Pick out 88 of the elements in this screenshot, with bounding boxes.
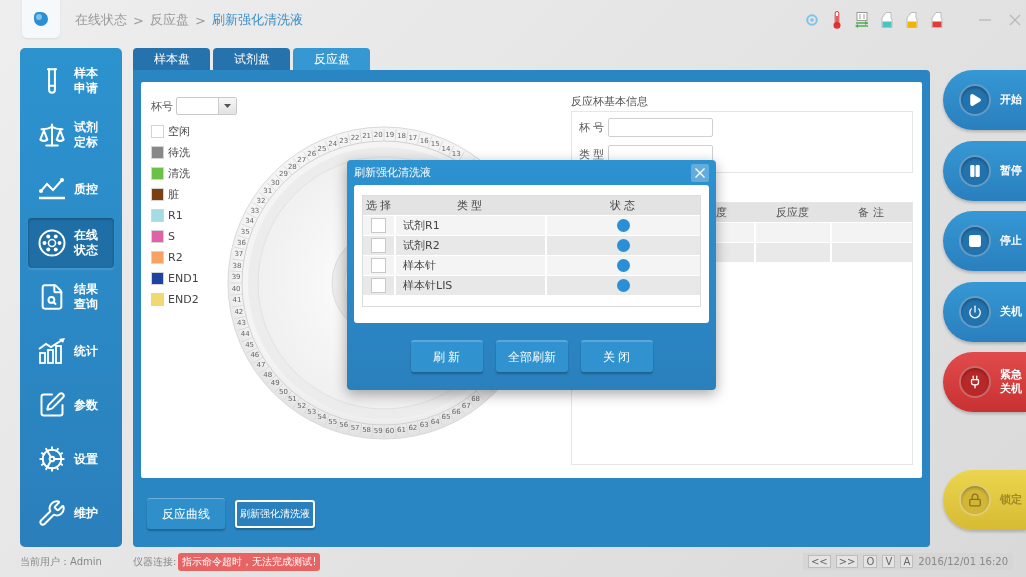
dialog-title: 刷新强化清洗液 [354, 165, 431, 180]
close-dialog-button[interactable]: 关 闭 [580, 340, 653, 372]
field-label: 杯号 [151, 98, 173, 114]
reaction-curve-button[interactable]: 反应曲线 [147, 498, 225, 529]
play-icon [959, 84, 991, 116]
current-user: 当前用户：Admin [20, 554, 102, 569]
sidebar-item[interactable]: 样本申请 [28, 56, 114, 106]
input-field[interactable] [607, 118, 713, 137]
stop-icon [959, 225, 991, 257]
column-header: 选 择 [366, 198, 392, 213]
legend-label: END1 [168, 271, 199, 285]
table-cell: 试剂R2 [403, 238, 440, 253]
refresh-wash-button[interactable]: 刷新强化清洗液 [235, 499, 315, 528]
close-icon[interactable] [1009, 14, 1021, 26]
shutdown-button[interactable]: 关机 [943, 281, 1026, 342]
legend-label: R1 [168, 208, 183, 222]
sidebar-item[interactable]: 试剂定标 [28, 110, 114, 160]
sidebar-item[interactable]: 在线状态 [28, 218, 114, 268]
settings-icon [38, 445, 66, 473]
close-button[interactable] [691, 163, 709, 182]
breadcrumb-current: 刷新强化清洗液 [211, 11, 303, 29]
column-header: 度 [716, 205, 727, 220]
tab[interactable]: 试剂盘 [213, 48, 290, 70]
power-icon [959, 295, 991, 328]
nav-button[interactable]: V [882, 555, 896, 568]
legend-label: R2 [168, 250, 183, 264]
table-cell: 样本针LIS [403, 278, 453, 293]
nav-button[interactable]: >> [835, 555, 859, 568]
breadcrumb-link[interactable]: 在线状态 [75, 11, 127, 29]
field-label: 类 型 [579, 147, 605, 162]
stop-button[interactable]: 停止 [943, 211, 1026, 271]
sidebar-item[interactable]: 统计 [28, 326, 114, 376]
tab[interactable]: 反应盘 [293, 48, 370, 70]
checkbox[interactable] [371, 238, 386, 253]
transfer-icon [855, 12, 869, 28]
breadcrumb-separator: > [194, 12, 206, 28]
column-header: 状 态 [609, 198, 636, 213]
line-chart-icon [38, 178, 66, 200]
sidebar-item[interactable]: 参数 [28, 380, 114, 430]
table-cell: 试剂R1 [403, 218, 440, 233]
wrench-icon [38, 499, 66, 527]
section-title: 反应杯基本信息 [571, 95, 648, 109]
table-cell: 样本针 [403, 258, 436, 273]
legend-label: 空闲 [168, 123, 190, 139]
checkbox[interactable] [371, 218, 386, 233]
reel-icon [38, 229, 66, 257]
lock-button[interactable]: 锁定 [943, 470, 1026, 530]
cup-dropdown[interactable] [176, 97, 237, 115]
close-icon [695, 167, 705, 178]
legend-label: S [168, 229, 175, 243]
plug-icon [959, 366, 991, 398]
nav-button[interactable]: << [807, 555, 831, 568]
connection-label: 仪器连接: [133, 554, 177, 569]
emergency-stop-button[interactable]: 紧急关机 [943, 352, 1026, 412]
balance-scale-icon [38, 121, 66, 149]
ring-icon [806, 14, 818, 26]
caret-icon [224, 104, 231, 108]
sidebar-item[interactable]: 质控 [28, 164, 114, 214]
start-button[interactable]: 开始 [943, 70, 1026, 130]
checkbox[interactable] [371, 258, 386, 273]
checkbox[interactable] [371, 278, 386, 293]
legend-label: END2 [168, 292, 199, 306]
date-time: 2016/12/01 16:20 [918, 556, 1008, 567]
lock-icon [959, 484, 991, 516]
legend-label: 脏 [168, 186, 179, 202]
column-header: 类 型 [456, 198, 483, 213]
nav-button[interactable]: O [863, 555, 878, 568]
refresh-button[interactable]: 刷 新 [410, 340, 483, 372]
field-label: 杯 号 [579, 120, 605, 135]
tab[interactable]: 样本盘 [133, 48, 210, 70]
breadcrumb-separator: > [133, 12, 144, 28]
thermometer-icon [833, 11, 841, 29]
column-header: 反应度 [775, 205, 809, 220]
legend-label: 待洗 [168, 144, 190, 160]
logo-icon [22, 0, 60, 38]
bar-chart-icon [38, 338, 66, 364]
column-header: 备 注 [858, 205, 884, 220]
pause-icon [959, 154, 991, 187]
refresh-all-button[interactable]: 全部刷新 [495, 340, 568, 372]
pause-button[interactable]: 暂停 [943, 140, 1026, 201]
breadcrumb-link[interactable]: 反应盘 [149, 11, 189, 29]
nav-button[interactable]: A [900, 555, 914, 568]
legend-label: 清洗 [168, 165, 190, 181]
sidebar-item[interactable]: 维护 [28, 488, 114, 538]
sidebar-item[interactable]: 设置 [28, 434, 114, 484]
error-message: 指示命令超时，无法完成测试! [178, 552, 321, 571]
edit-icon [38, 391, 66, 419]
sidebar-item[interactable]: 结果查询 [28, 272, 114, 322]
